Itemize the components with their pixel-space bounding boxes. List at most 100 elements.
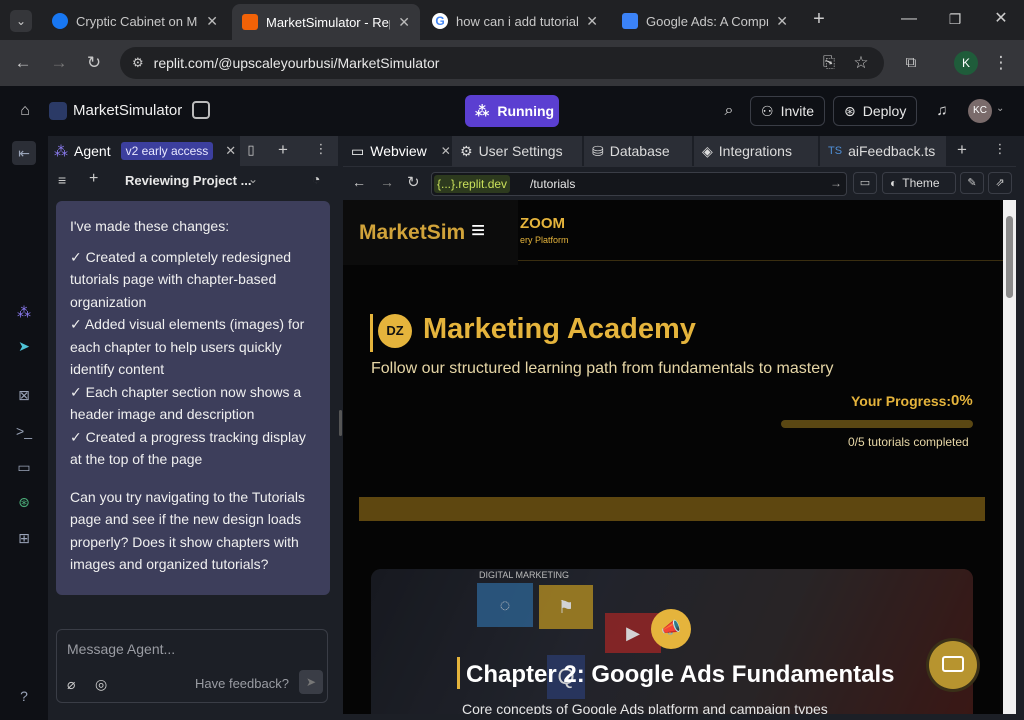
zoom-brand: ZOOM (520, 215, 565, 232)
chapter-title[interactable]: Chapter 2: Google Ads Fundamentals (466, 661, 895, 689)
chevron-down-icon[interactable]: ⌄ (248, 172, 258, 186)
all-tools-icon[interactable]: ⊞ (14, 528, 34, 548)
tab-webview[interactable]: ▭ Webview ✕ (343, 136, 451, 166)
chapter-description: Core concepts of Google Ads platform and… (462, 701, 828, 714)
webview-url-field[interactable]: {...}.replit.dev /tutorials → (431, 172, 847, 196)
assistant-icon[interactable]: ➤ (14, 336, 34, 356)
more-options-icon[interactable]: ⋮ (314, 141, 328, 161)
file-icon[interactable]: ▯ (242, 142, 260, 160)
academy-accent-bar (370, 314, 373, 352)
workflows-icon[interactable]: ⊠ (14, 385, 34, 405)
message-input-box[interactable]: Message Agent... ⌀ ◎ Have feedback? ➤ (56, 629, 328, 703)
tab-integrations[interactable]: ◈ Integrations (694, 136, 818, 166)
forward-icon[interactable]: → (380, 174, 394, 190)
google-favicon-icon: G (432, 13, 448, 29)
webview-tab-strip: ▭ Webview ✕ ⚙ User Settings ⛁ Database ◈… (343, 136, 1016, 166)
chat-widget-button[interactable] (929, 641, 977, 689)
tab-aifeedback[interactable]: TS aiFeedback.ts (820, 136, 946, 166)
open-new-tab-icon[interactable]: ⇗ (988, 172, 1012, 194)
browser-menu-icon[interactable]: ⋮ (990, 52, 1012, 74)
notifications-bell-icon[interactable]: ♫ (932, 100, 952, 122)
deploy-label: Deploy (862, 103, 907, 119)
restore-icon[interactable]: ❐ (944, 8, 966, 30)
deployments-icon[interactable]: ⊛ (14, 492, 34, 512)
tab-agent[interactable]: ⁂ Agent v2 early access ✕ (48, 136, 240, 166)
webview-scrollbar[interactable] (1003, 200, 1016, 714)
site-brand[interactable]: MarketSim (359, 221, 465, 245)
user-avatar[interactable]: KC (968, 99, 992, 123)
browser-tab[interactable]: Cryptic Cabinet on Meta ✕ (42, 6, 228, 36)
chevron-down-icon[interactable]: ⌄ (996, 103, 1006, 119)
tab-database[interactable]: ⛁ Database (584, 136, 692, 166)
webview-icon[interactable]: ▭ (14, 457, 34, 477)
invite-button[interactable]: ⚇ Invite (750, 96, 826, 126)
chapter-card[interactable]: DIGITAL MARKETING ◌ ⚑ ▶ Q 📣 Chapter 2: G… (371, 569, 973, 714)
browser-tab-active[interactable]: MarketSimulator - Replit ✕ (232, 4, 420, 40)
agent-icon[interactable]: ⁂ (14, 302, 34, 322)
history-icon[interactable]: ≡ (58, 172, 66, 188)
minimize-icon[interactable]: — (898, 8, 920, 30)
domain-chip: {...}.replit.dev (434, 175, 511, 193)
sidebar-toggle-icon[interactable]: ⇤ (12, 141, 36, 165)
image-caption: DIGITAL MARKETING (479, 570, 570, 580)
new-chat-icon[interactable]: + (89, 170, 98, 188)
hamburger-menu-icon[interactable]: ≡ (471, 217, 485, 245)
close-tab-icon[interactable]: ✕ (586, 13, 598, 30)
close-window-icon[interactable]: ✕ (990, 8, 1012, 30)
invite-label: Invite (780, 103, 815, 119)
theme-button[interactable]: ◐ Theme (882, 172, 956, 194)
gold-divider-band (359, 497, 985, 521)
pane-resize-handle[interactable] (339, 410, 342, 436)
tab-user-settings[interactable]: ⚙ User Settings (452, 136, 582, 166)
close-tab-icon[interactable]: ✕ (441, 144, 451, 158)
reload-icon[interactable]: ↻ (83, 52, 105, 74)
back-icon[interactable]: ← (352, 174, 366, 190)
go-arrow-icon[interactable]: → (830, 176, 842, 190)
close-tab-icon[interactable]: ✕ (776, 13, 788, 30)
message-input[interactable]: Message Agent... (67, 641, 175, 657)
project-menu-icon[interactable] (192, 101, 210, 119)
feedback-link[interactable]: Have feedback? (195, 676, 289, 691)
deploy-icon: ⊛ (844, 102, 856, 119)
site-nav: MarketSim ≡ ZOOM ery Platform (343, 200, 1003, 265)
back-icon[interactable]: ← (12, 52, 34, 74)
devtools-icon[interactable]: ✎ (960, 172, 984, 194)
deploy-button[interactable]: ⊛ Deploy (833, 96, 918, 126)
settings-icon[interactable]: ◎ (95, 676, 107, 693)
site-info-icon[interactable]: ⚙ (132, 55, 144, 71)
layers-icon: ◈ (702, 142, 713, 159)
attach-icon[interactable]: ⌀ (67, 676, 75, 693)
scrollbar-thumb[interactable] (1006, 216, 1013, 298)
more-options-icon[interactable]: ⋮ (993, 141, 1007, 161)
add-tab-icon[interactable]: + (274, 140, 292, 160)
message-change-item: ✓ Added visual elements (images) for eac… (70, 316, 305, 377)
browser-tab[interactable]: G how can i add tutorial ✕ (422, 6, 608, 36)
close-tab-icon[interactable]: ✕ (398, 14, 410, 31)
speed-gauge-icon[interactable]: ◔ (312, 171, 320, 187)
reload-icon[interactable]: ↻ (407, 173, 420, 191)
project-name[interactable]: MarketSimulator (73, 102, 182, 119)
send-icon[interactable]: ➤ (299, 670, 323, 694)
search-icon[interactable]: ⌕ (718, 100, 740, 122)
bookmark-star-icon[interactable]: ☆ (850, 52, 872, 74)
new-tab-icon[interactable]: + (808, 8, 830, 30)
close-tab-icon[interactable]: ✕ (225, 143, 236, 159)
profile-avatar[interactable]: K (954, 51, 978, 75)
add-tab-icon[interactable]: + (953, 140, 971, 162)
browser-tab[interactable]: Google Ads: A Compre ✕ (612, 6, 798, 36)
thread-title[interactable]: Reviewing Project ... (125, 173, 251, 188)
device-icon[interactable]: ▭ (853, 172, 877, 194)
tab-label: Database (609, 143, 670, 159)
forward-icon[interactable]: → (48, 52, 70, 74)
run-button[interactable]: ⁂ Running (465, 95, 559, 127)
tab-search-icon[interactable]: ⌄ (10, 10, 32, 32)
shell-icon[interactable]: >_ (14, 421, 34, 441)
meta-favicon-icon (52, 13, 68, 29)
home-icon[interactable]: ⌂ (14, 100, 36, 122)
database-icon: ⛁ (592, 142, 604, 159)
extensions-icon[interactable]: ⧉ (900, 52, 922, 74)
help-icon[interactable]: ? (14, 686, 34, 706)
close-tab-icon[interactable]: ✕ (206, 13, 218, 30)
install-app-icon[interactable]: ⎘ (818, 52, 840, 74)
url-bar[interactable]: ⚙ replit.com/@upscaleyourbusi/MarketSimu… (120, 47, 884, 79)
